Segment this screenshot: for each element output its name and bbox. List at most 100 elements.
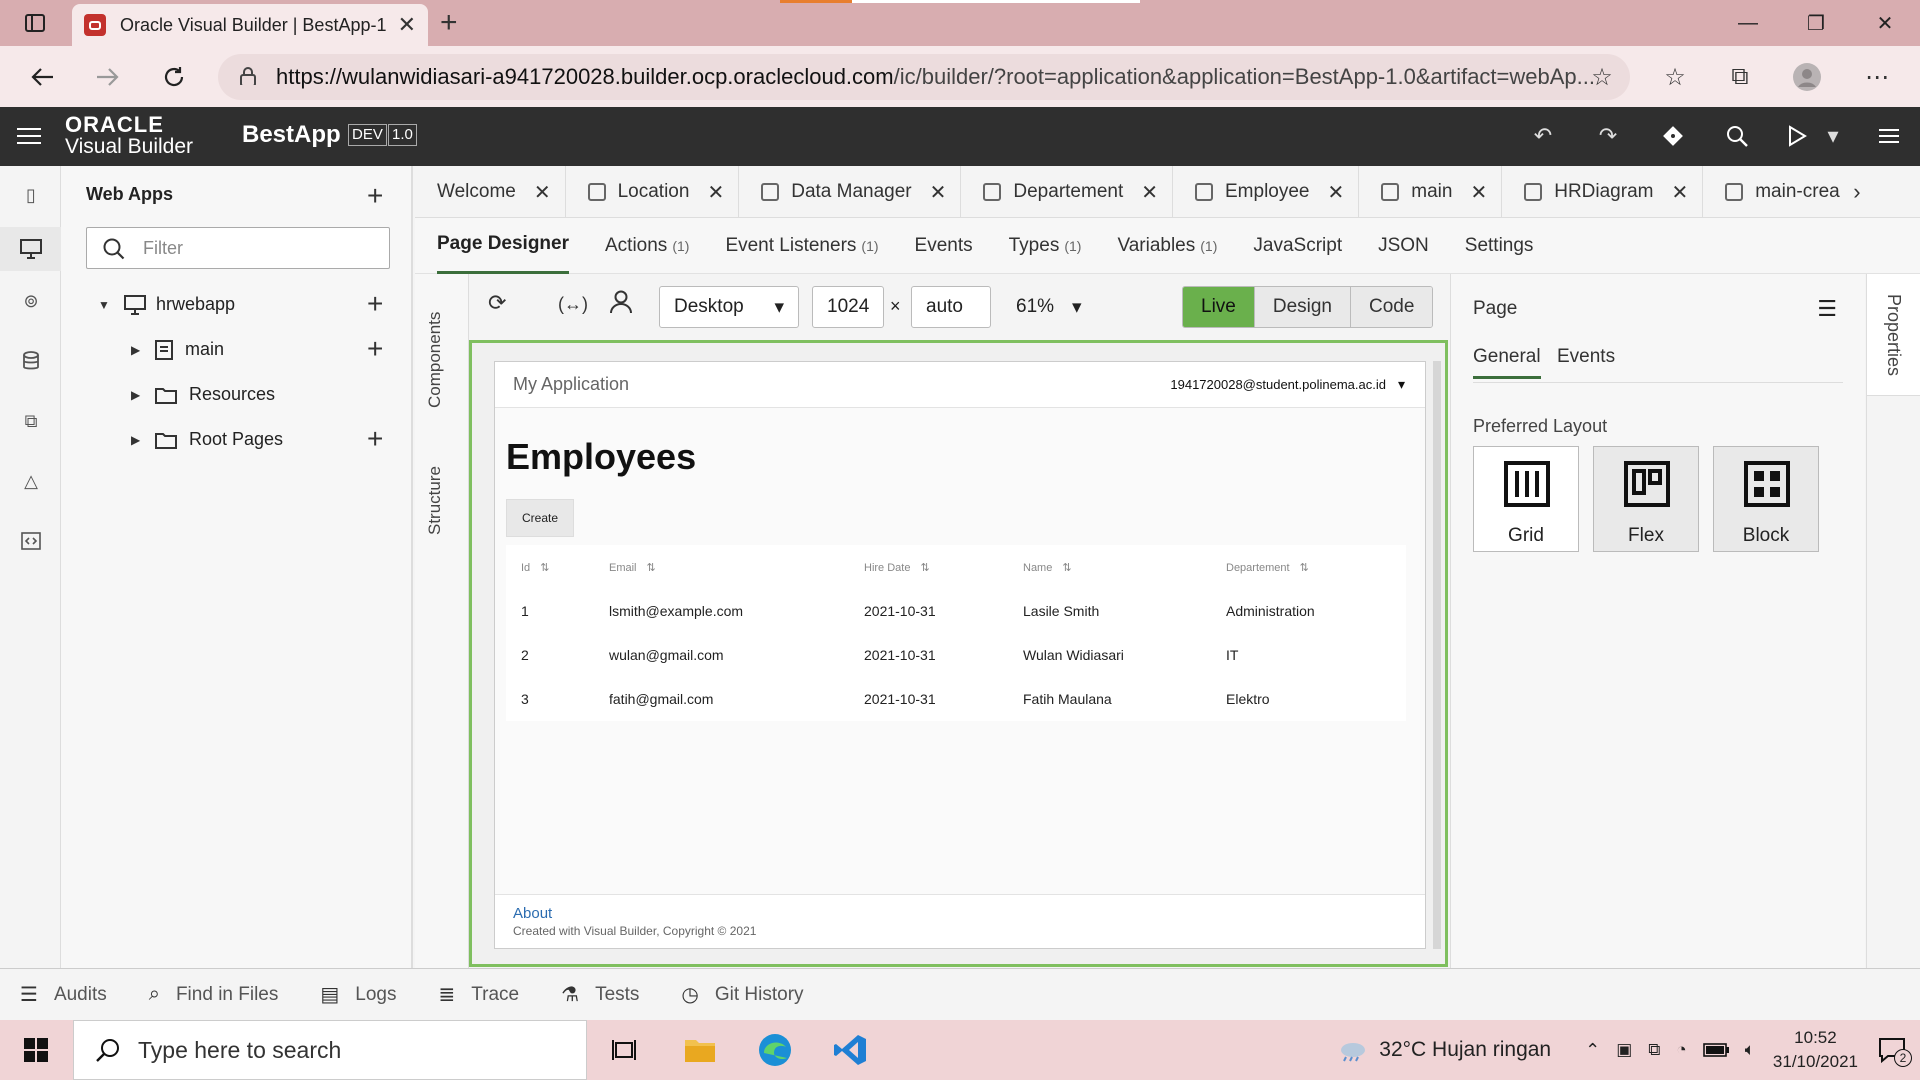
scroll-tabs-right-icon[interactable]: ›: [1843, 166, 1870, 218]
close-icon[interactable]: ✕: [1470, 180, 1487, 205]
favorites-icon[interactable]: ☆: [1658, 60, 1692, 94]
user-menu[interactable]: 1941720028@student.polinema.ac.id ▾: [1170, 376, 1405, 393]
sort-icon[interactable]: ⇅: [920, 562, 929, 574]
user-role-icon[interactable]: [610, 290, 632, 314]
services-icon[interactable]: ⊚: [18, 288, 44, 314]
collapse-icon[interactable]: ▼: [98, 298, 116, 312]
tab-events[interactable]: Events: [915, 218, 973, 274]
page-input-params-icon[interactable]: (↔): [558, 294, 588, 315]
add-root-page-icon[interactable]: +: [367, 425, 383, 453]
zoom-select[interactable]: 61% ▾: [1016, 296, 1082, 319]
tab-git-history[interactable]: ◷ Git History: [681, 982, 803, 1007]
more-options-icon[interactable]: ⋯: [1860, 60, 1894, 94]
profile-avatar[interactable]: [1790, 60, 1824, 94]
tree-item-root-pages[interactable]: ▶ Root Pages: [131, 429, 283, 450]
show-hidden-icons-icon[interactable]: ⌃: [1585, 1040, 1600, 1061]
canvas-scrollbar[interactable]: [1433, 361, 1441, 949]
notifications-icon[interactable]: 2: [1878, 1037, 1912, 1067]
close-icon[interactable]: ✕: [707, 180, 724, 205]
display-icon[interactable]: ⧉: [1648, 1040, 1660, 1060]
expand-icon[interactable]: ▶: [131, 388, 149, 402]
app-name[interactable]: BestApp: [242, 121, 341, 149]
layout-flex-option[interactable]: Flex: [1593, 446, 1699, 552]
weather-icon[interactable]: [1337, 1038, 1367, 1062]
components-panel-toggle[interactable]: Components: [425, 312, 445, 408]
close-icon[interactable]: ✕: [1328, 180, 1345, 205]
run-icon[interactable]: [1782, 121, 1812, 151]
editor-tab-hrdiagram[interactable]: HRDiagram ✕: [1502, 166, 1704, 218]
editor-tab-welcome[interactable]: Welcome ✕: [415, 166, 566, 218]
expand-icon[interactable]: ▶: [131, 433, 149, 447]
code-mode-button[interactable]: Code: [1350, 287, 1433, 327]
close-icon[interactable]: ✕: [1141, 180, 1158, 205]
minimize-icon[interactable]: —: [1725, 0, 1771, 46]
column-header-hire-date[interactable]: Hire Date ⇅: [864, 561, 1023, 574]
refresh-icon[interactable]: [157, 60, 191, 94]
reload-icon[interactable]: ⟳: [488, 290, 506, 316]
run-dropdown-icon[interactable]: ▾: [1818, 121, 1848, 151]
tab-types[interactable]: Types (1): [1009, 218, 1082, 274]
windows-start-icon[interactable]: [16, 1030, 56, 1070]
mobile-apps-icon[interactable]: ▯: [18, 182, 44, 208]
filter-input[interactable]: Filter: [86, 227, 390, 269]
add-flow-icon[interactable]: +: [367, 290, 383, 318]
weather-text[interactable]: 32°C Hujan ringan: [1379, 1038, 1551, 1062]
new-tab-button[interactable]: +: [440, 6, 458, 40]
tab-settings[interactable]: Settings: [1465, 218, 1534, 274]
edge-browser-icon[interactable]: [755, 1030, 795, 1070]
table-row[interactable]: 3 fatih@gmail.com 2021-10-31 Fatih Maula…: [506, 677, 1406, 721]
battery-icon[interactable]: [1702, 1043, 1729, 1057]
tab-json[interactable]: JSON: [1378, 218, 1429, 274]
editor-tab-main[interactable]: main ✕: [1359, 166, 1503, 218]
expand-icon[interactable]: ▶: [131, 343, 149, 357]
close-tab-icon[interactable]: ✕: [398, 12, 416, 38]
column-header-id[interactable]: Id ⇅: [506, 561, 609, 574]
wifi-icon[interactable]: ◔: [1676, 1040, 1686, 1060]
components-icon[interactable]: ⧉: [18, 408, 44, 434]
editor-tab-location[interactable]: Location ✕: [566, 166, 740, 218]
column-header-email[interactable]: Email ⇅: [609, 561, 864, 574]
editor-tab-data-manager[interactable]: Data Manager ✕: [739, 166, 962, 218]
device-select[interactable]: Desktop ▾: [659, 286, 799, 328]
table-row[interactable]: 2 wulan@gmail.com 2021-10-31 Wulan Widia…: [506, 633, 1406, 677]
sort-icon[interactable]: ⇅: [647, 562, 656, 574]
tab-events[interactable]: Events: [1557, 346, 1615, 376]
properties-side-tab[interactable]: Properties: [1866, 274, 1920, 968]
column-header-name[interactable]: Name ⇅: [1023, 561, 1226, 574]
close-window-icon[interactable]: ✕: [1862, 0, 1908, 46]
properties-menu-icon[interactable]: ☰: [1817, 296, 1837, 322]
design-canvas[interactable]: My Application 1941720028@student.poline…: [469, 340, 1448, 967]
tree-item-hrwebapp[interactable]: ▼ hrwebapp: [98, 294, 235, 315]
editor-tab-employee[interactable]: Employee ✕: [1173, 166, 1360, 218]
tree-item-resources[interactable]: ▶ Resources: [131, 384, 275, 405]
browser-tab[interactable]: Oracle Visual Builder | BestApp-1 ✕: [72, 4, 428, 46]
tab-trace[interactable]: ≣ Trace: [438, 982, 519, 1007]
height-input[interactable]: auto: [911, 286, 991, 328]
live-mode-button[interactable]: Live: [1183, 287, 1254, 327]
editor-tab-departement[interactable]: Departement ✕: [961, 166, 1173, 218]
add-page-icon[interactable]: +: [367, 335, 383, 363]
tab-actions[interactable]: Actions (1): [605, 218, 689, 274]
structure-panel-toggle[interactable]: Structure: [425, 466, 445, 535]
create-button[interactable]: Create: [506, 499, 574, 537]
sort-icon[interactable]: ⇅: [1062, 562, 1071, 574]
editor-tab-main-create[interactable]: main-crea: [1703, 166, 1843, 218]
source-view-icon[interactable]: [18, 528, 44, 554]
vscode-icon[interactable]: [830, 1030, 870, 1070]
clock[interactable]: 10:52 31/10/2021: [1773, 1026, 1858, 1074]
tab-general[interactable]: General: [1473, 346, 1541, 379]
file-explorer-icon[interactable]: [680, 1030, 720, 1070]
business-objects-icon[interactable]: [18, 348, 44, 374]
close-icon[interactable]: ✕: [1671, 180, 1688, 205]
back-icon[interactable]: [25, 60, 59, 94]
tab-page-designer[interactable]: Page Designer: [437, 218, 569, 274]
volume-icon[interactable]: 🔈︎: [1745, 1040, 1755, 1060]
tab-tests[interactable]: ⚗ Tests: [561, 982, 639, 1007]
tree-item-main[interactable]: ▶ main: [131, 339, 224, 360]
layout-grid-option[interactable]: Grid: [1473, 446, 1579, 552]
width-input[interactable]: 1024: [812, 286, 884, 328]
tab-audits[interactable]: ☰ Audits: [20, 982, 107, 1007]
tab-event-listeners[interactable]: Event Listeners (1): [725, 218, 878, 274]
meet-now-icon[interactable]: ▣: [1616, 1040, 1632, 1060]
tab-variables[interactable]: Variables (1): [1117, 218, 1217, 274]
